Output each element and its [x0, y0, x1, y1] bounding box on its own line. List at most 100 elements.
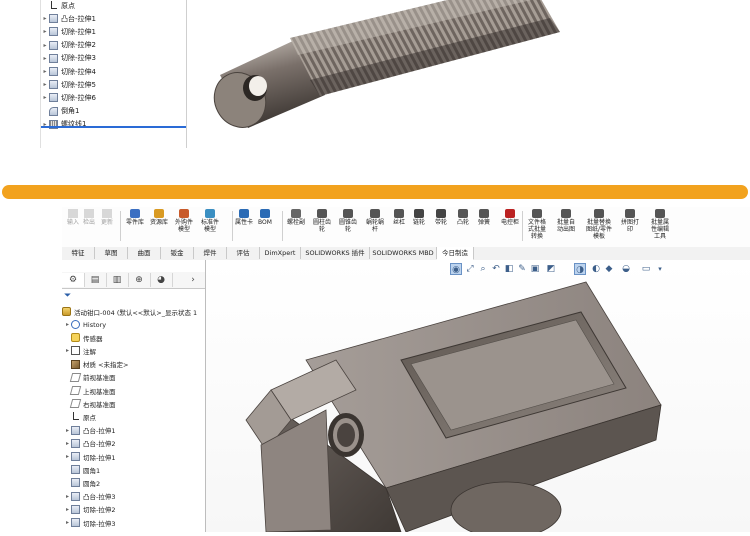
tab-4[interactable]: 焊件 [194, 247, 227, 259]
property-manager-tab-icon[interactable]: ▤ [84, 273, 107, 287]
disabled-ribbon-button[interactable]: 更新 [98, 209, 116, 226]
ribbon-button[interactable]: 螺栓副 [284, 209, 308, 226]
ribbon-button[interactable]: 外购件 模型 [172, 209, 196, 233]
view-settings-icon[interactable]: ◒ [620, 263, 632, 275]
feature-tree-item[interactable]: ▸ 切除-拉伸2 [64, 503, 115, 516]
expand-arrow-icon[interactable]: ▸ [41, 28, 49, 35]
disabled-ribbon-button[interactable]: 检出 [82, 209, 96, 226]
tab-1[interactable]: 草图 [95, 247, 128, 259]
feature-tree-item[interactable]: 圆角1 [64, 463, 100, 476]
ribbon-button[interactable]: 属性卡 [234, 209, 254, 226]
top-tree-item[interactable]: ▸ 切除-拉伸1 [41, 25, 96, 38]
ribbon-button[interactable]: 零件库 [124, 209, 146, 226]
feature-tree-item[interactable]: 材质 <未指定> [64, 358, 128, 371]
feature-tree-item[interactable]: 前视基准面 [64, 371, 116, 384]
tab-7[interactable]: SOLIDWORKS 插件 [301, 247, 370, 259]
ribbon-button[interactable]: 文件格 式批量 转换 [524, 209, 550, 240]
ribbon-button[interactable]: 拼图打 印 [618, 209, 642, 233]
tab-3[interactable]: 钣金 [161, 247, 194, 259]
feature-tree-item[interactable]: 传感器 [64, 331, 103, 344]
ribbon-button[interactable]: 蜗轮蜗 杆 [362, 209, 388, 233]
expand-arrow-icon[interactable]: ▸ [41, 94, 49, 101]
feature-tree-item[interactable]: 原点 [64, 410, 96, 423]
expand-arrow-icon[interactable]: ▸ [41, 81, 49, 88]
feature-tree-item[interactable]: ▸ 注解 [64, 344, 96, 357]
ribbon-button[interactable]: 电控柜 [498, 209, 522, 226]
zoom-to-fit-icon[interactable]: ⤢ [464, 263, 476, 275]
feature-tree-item[interactable]: 右视基准面 [64, 397, 116, 410]
ribbon-button[interactable]: 丝杠 [390, 209, 408, 226]
top-tree-item[interactable]: ▸ 凸台-拉伸1 [41, 12, 96, 25]
ribbon-button[interactable]: 标准件 模型 [198, 209, 222, 233]
feature-tree-item[interactable]: ▸ 切除-拉伸3 [64, 516, 115, 529]
expand-arrow-icon[interactable]: ▸ [64, 519, 71, 526]
dynamic-annotation-icon[interactable]: ✎ [516, 263, 528, 275]
feature-tree-item[interactable]: ▸ 凸台-拉伸2 [64, 437, 115, 450]
view-orientation-cube-icon[interactable]: ▣ [529, 263, 541, 275]
dimxpert-manager-tab-icon[interactable]: ⊕ [128, 273, 151, 287]
disabled-ribbon-button[interactable]: 输入 [66, 209, 80, 226]
top-tree-item[interactable]: ▸ 切除-拉伸3 [41, 52, 96, 65]
plane-icon [69, 372, 82, 382]
feature-tree-item[interactable]: 上视基准面 [64, 384, 116, 397]
feature-tree-item[interactable]: ▸ 凸台-拉伸3 [64, 490, 115, 503]
expand-arrow-icon[interactable]: ▸ [41, 42, 49, 49]
section-view-icon[interactable]: ◧ [503, 263, 515, 275]
ribbon-button[interactable]: 链轮 [410, 209, 428, 226]
ribbon-button[interactable]: 弹簧 [474, 209, 494, 226]
feature-tree-item[interactable]: 圆角2 [64, 476, 100, 489]
previous-view-icon[interactable]: ↶ [490, 263, 502, 275]
top-tree-item[interactable]: 倒角1 [41, 105, 79, 118]
feature-manager-tab-icon[interactable]: ⚙ [62, 273, 85, 287]
expand-arrow-icon[interactable]: ▸ [64, 427, 71, 434]
expand-arrow-icon[interactable]: ▸ [64, 506, 71, 513]
expand-arrow-icon[interactable]: ▸ [64, 347, 71, 354]
tab-5[interactable]: 评估 [227, 247, 260, 259]
ribbon-button[interactable]: 凸轮 [454, 209, 472, 226]
top-tree-item[interactable]: 原点 [41, 0, 75, 12]
display-monitor-icon[interactable]: ▭ [640, 263, 652, 275]
tab-8[interactable]: SOLIDWORKS MBD [370, 247, 437, 259]
tab-6[interactable]: DimXpert [260, 247, 301, 259]
graphics-viewport[interactable] [206, 260, 750, 536]
configuration-manager-tab-icon[interactable]: ▥ [106, 273, 129, 287]
ribbon-button[interactable]: 资源库 [148, 209, 170, 226]
feature-tree-item[interactable]: ▸ 凸台-拉伸1 [64, 424, 115, 437]
zoom-area-icon[interactable]: ⌕ [477, 263, 489, 275]
ribbon-button[interactable]: 带轮 [432, 209, 450, 226]
ribbon-button[interactable]: 批量替换 图纸/零件 模板 [582, 209, 616, 240]
expand-arrow-icon[interactable]: ▸ [64, 440, 71, 447]
tab-9[interactable]: 今日制造 [437, 247, 474, 260]
extrude-boss-icon [71, 438, 80, 448]
chevron-right-icon[interactable]: › [184, 273, 202, 287]
ribbon-button[interactable]: 圆柱齿 轮 [310, 209, 334, 233]
view-orientation-icon[interactable]: ◉ [450, 263, 462, 275]
ribbon-button[interactable]: 批量自 动出图 [552, 209, 580, 233]
top-tree-item[interactable]: ▸ 螺纹线1 [41, 118, 86, 131]
top-tree-item[interactable]: ▸ 切除-拉伸4 [41, 65, 96, 78]
tab-2[interactable]: 曲面 [128, 247, 161, 259]
display-style-icon[interactable]: ◩ [545, 263, 557, 275]
apply-scene-icon[interactable]: ◆ [603, 263, 615, 275]
hide-show-items-icon[interactable]: ◑ [574, 263, 586, 275]
expand-arrow-icon[interactable]: ▸ [64, 493, 71, 500]
ribbon-button[interactable]: 批量属 性编辑 工具 [646, 209, 674, 240]
top-tree-item[interactable]: ▸ 切除-拉伸5 [41, 78, 96, 91]
top-tree-item[interactable]: ▸ 切除-拉伸2 [41, 39, 96, 52]
chevron-down-icon[interactable]: ▾ [654, 263, 666, 275]
ribbon-button[interactable]: 圆锥齿 轮 [336, 209, 360, 233]
expand-arrow-icon[interactable]: ▸ [41, 55, 49, 62]
edit-appearance-icon[interactable]: ◐ [590, 263, 602, 275]
expand-arrow-icon[interactable]: ▸ [64, 453, 71, 460]
feature-tree-item[interactable]: ▸ 切除-拉伸1 [64, 450, 115, 463]
expand-arrow-icon[interactable]: ▸ [64, 321, 71, 328]
feature-tree-item[interactable]: ▸ History [64, 318, 106, 331]
expand-arrow-icon[interactable]: ▸ [41, 15, 49, 22]
expand-arrow-icon[interactable]: ▸ [41, 68, 49, 75]
display-manager-tab-icon[interactable]: ◕ [150, 273, 173, 287]
tab-0[interactable]: 特征 [62, 247, 95, 259]
feature-tree-root[interactable]: 活动钳口-004 (默认<<默认>_显示状态 1 [62, 305, 197, 318]
ribbon-button[interactable]: BOM [256, 209, 274, 226]
top-tree-item[interactable]: ▸ 切除-拉伸6 [41, 91, 96, 104]
filter-icon[interactable]: ⏷ [64, 291, 71, 301]
